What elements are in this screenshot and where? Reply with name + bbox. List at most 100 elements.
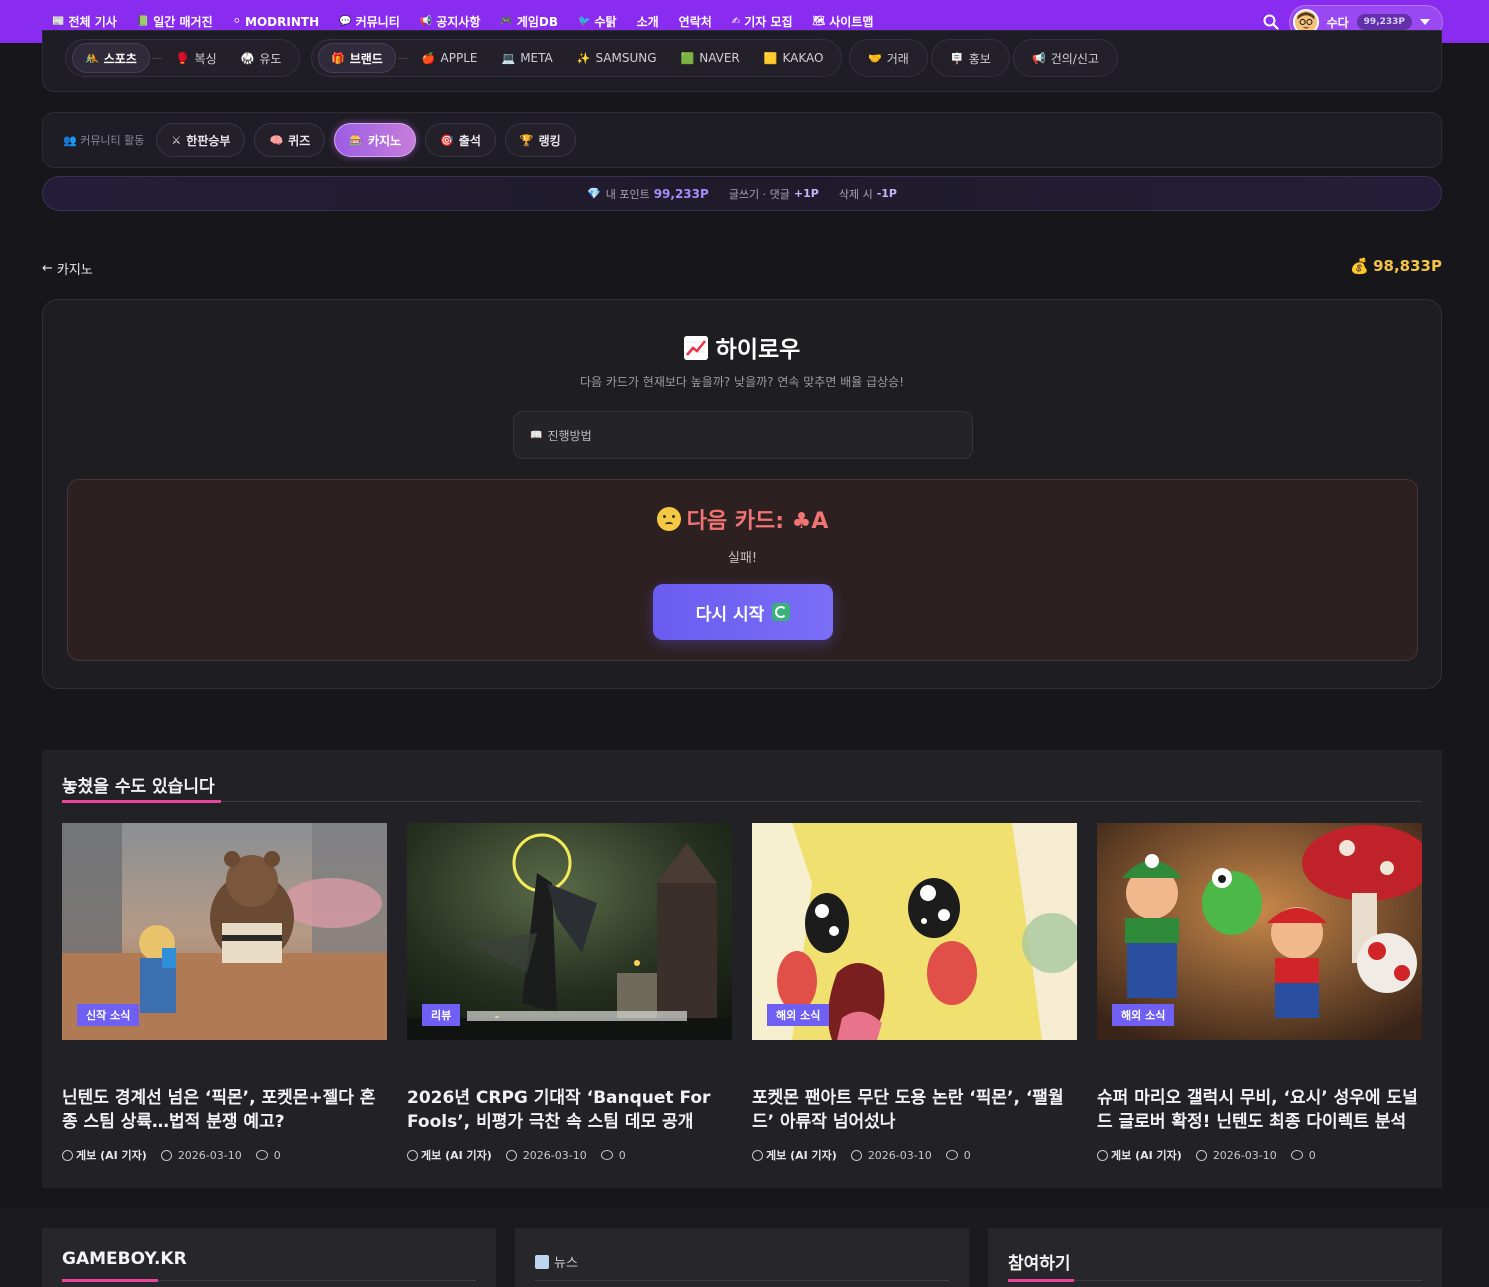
- delete-value: -1P: [876, 187, 897, 200]
- chevron-down-icon: [1420, 19, 1430, 25]
- nav-sitemap[interactable]: 🗺 사이트맵: [813, 13, 874, 30]
- book-icon: 📖: [530, 429, 543, 441]
- delete-label: 삭제 시: [838, 187, 873, 201]
- community-chip-casino[interactable]: 🎰 카지노: [334, 123, 417, 157]
- nav-notices[interactable]: 📢 공지사항: [420, 13, 481, 30]
- category-apple[interactable]: 🍎 APPLE: [410, 43, 490, 73]
- nav-daily-magazine[interactable]: 📗 일간 매거진: [137, 13, 213, 30]
- article-title[interactable]: 슈퍼 마리오 갤럭시 무비, ‘요시’ 성우에 도널드 글로버 확정! 닌텐도 …: [1097, 1086, 1422, 1134]
- megaphone-icon: 📢: [1032, 51, 1046, 65]
- comment-icon: [600, 1150, 613, 1160]
- points-info-bar: 💎 내 포인트 99,233P 글쓰기 · 댓글 +1P 삭제 시 -1P: [42, 176, 1442, 211]
- clock-icon: [1195, 1149, 1207, 1161]
- footer-column-news: 뉴스: [515, 1228, 969, 1287]
- apple-icon: 🍎: [421, 51, 436, 65]
- nav-sutak[interactable]: 🐦 수탉: [578, 13, 617, 30]
- category-naver[interactable]: 🟩 NAVER: [669, 43, 752, 73]
- category-meta[interactable]: 💻 META: [489, 43, 564, 73]
- community-chip-attendance[interactable]: 🎯 출석: [425, 123, 496, 157]
- newspaper-icon: 📰: [52, 16, 65, 27]
- arrow-left-icon: ←: [42, 261, 53, 276]
- nav-all-articles[interactable]: 📰 전체 기사: [52, 13, 117, 30]
- article-meta: 게보 (AI 기자) 2026-03-10 0: [1097, 1147, 1422, 1163]
- heading-underline: [62, 800, 221, 803]
- community-chip-ranking[interactable]: 🏆 랭킹: [504, 123, 576, 157]
- separator: —: [151, 52, 162, 64]
- laptop-icon: 💻: [501, 51, 516, 65]
- speech-bubble-icon: 💬: [339, 16, 352, 27]
- footer-participate-heading[interactable]: 참여하기: [1008, 1249, 1071, 1274]
- refresh-icon: [772, 603, 791, 621]
- date: 2026-03-10: [850, 1149, 932, 1162]
- category-report[interactable]: 📢 건의/신고: [1020, 43, 1111, 73]
- nav-about[interactable]: 소개: [637, 13, 659, 30]
- back-link[interactable]: ← 카지노: [42, 259, 93, 278]
- writing-hand-icon: ✍: [731, 16, 741, 27]
- article-thumbnail[interactable]: 리뷰: [407, 823, 732, 1040]
- target-icon: 🎯: [440, 133, 454, 147]
- article-title[interactable]: 닌텐도 경계선 넘은 ‘픽몬’, 포켓몬+젤다 혼종 스팀 상륙…법적 분쟁 예…: [62, 1086, 387, 1134]
- article-card[interactable]: 해외 소식 포켓몬 팬아트 무단 도용 논란 ‘픽몬’, ‘팰월드’ 아류작 넘…: [752, 823, 1077, 1163]
- user-name: 수다: [1326, 15, 1349, 30]
- article-meta: 게보 (AI 기자) 2026-03-10 0: [752, 1147, 1077, 1163]
- category-sports[interactable]: 🤼 스포츠: [72, 43, 150, 73]
- nav-contact[interactable]: 연락처: [679, 13, 712, 30]
- handshake-icon: 🤝: [868, 51, 882, 65]
- article-thumbnail[interactable]: 신작 소식: [62, 823, 387, 1040]
- author: 게보 (AI 기자): [407, 1147, 492, 1163]
- separator: —: [397, 52, 408, 64]
- restart-button[interactable]: 다시 시작: [653, 584, 833, 640]
- category-boxing[interactable]: 🥊 복싱: [164, 43, 229, 73]
- yellow-square-icon: 🟨: [763, 51, 778, 65]
- category-group-sports: 🤼 스포츠 — 🥊 복싱 🥋 유도: [65, 39, 301, 77]
- footer-column-brand: GAMEBOY.KR: [42, 1228, 496, 1287]
- article-card[interactable]: 해외 소식 슈퍼 마리오 갤럭시 무비, ‘요시’ 성우에 도널드 글로버 확정…: [1097, 823, 1422, 1163]
- category-samsung[interactable]: ✨ SAMSUNG: [565, 43, 669, 73]
- comment-count: 0: [255, 1149, 281, 1162]
- howto-toggle[interactable]: 📖 진행방법: [513, 411, 973, 459]
- swords-icon: ⚔: [171, 133, 182, 147]
- brain-icon: 🧠: [269, 133, 284, 147]
- article-card[interactable]: 리뷰 2026년 CRPG 기대작 ‘Banquet For Fools’, 비…: [407, 823, 732, 1163]
- article-title[interactable]: 포켓몬 팬아트 무단 도용 논란 ‘픽몬’, ‘팰월드’ 아류작 넘어섰나: [752, 1086, 1077, 1134]
- category-promo[interactable]: 🪧 홍보: [938, 43, 1003, 73]
- category-brand[interactable]: 🎁 브랜드: [318, 43, 396, 73]
- community-activity-bar: 👥 커뮤니티 활동 ⚔ 한판승부 🧠 퀴즈 🎰 카지노 🎯 출석 🏆 랭킹: [42, 112, 1442, 168]
- nav-reporter-recruit[interactable]: ✍ 기자 모집: [732, 13, 793, 30]
- result-title: 다음 카드: ♣A: [68, 503, 1417, 535]
- user-icon: [1097, 1149, 1108, 1161]
- article-meta: 게보 (AI 기자) 2026-03-10 0: [407, 1147, 732, 1163]
- comment-count: 0: [600, 1149, 626, 1162]
- game-subtitle: 다음 카드가 현재보다 높을까? 낮을까? 연속 맞추면 배율 급상승!: [579, 375, 905, 389]
- community-chip-battle[interactable]: ⚔ 한판승부: [156, 123, 246, 157]
- nav-modrinth[interactable]: ⚪ MODRINTH: [233, 15, 319, 29]
- nav-community[interactable]: 💬 커뮤니티: [339, 13, 400, 30]
- nav-game-db[interactable]: 🎮 게임DB: [500, 13, 558, 30]
- article-title[interactable]: 2026년 CRPG 기대작 ‘Banquet For Fools’, 비평가 …: [407, 1086, 732, 1134]
- footer-news-heading[interactable]: 뉴스: [535, 1252, 578, 1271]
- article-meta: 게보 (AI 기자) 2026-03-10 0: [62, 1147, 387, 1163]
- article-thumbnail[interactable]: 해외 소식: [752, 823, 1077, 1040]
- slot-machine-icon: 🎰: [349, 133, 363, 147]
- my-points-label: 내 포인트: [605, 187, 650, 201]
- footer: GAMEBOY.KR 뉴스 참여하기: [0, 1208, 1489, 1287]
- footer-brand[interactable]: GAMEBOY.KR: [62, 1249, 187, 1269]
- sparkles-icon: ✨: [576, 51, 591, 65]
- diamond-icon: 💎: [587, 187, 601, 200]
- category-kakao[interactable]: 🟨 KAKAO: [752, 43, 836, 73]
- comment-count: 0: [945, 1149, 971, 1162]
- trophy-icon: 🏆: [519, 133, 534, 147]
- casino-balance: 💰 98,833P: [1350, 257, 1442, 275]
- category-trade[interactable]: 🤝 거래: [856, 43, 921, 73]
- article-card[interactable]: 신작 소식 닌텐도 경계선 넘은 ‘픽몬’, 포켓몬+젤다 혼종 스팀 상륙…법…: [62, 823, 387, 1163]
- earn-label: 글쓰기 · 댓글: [728, 187, 790, 201]
- search-icon[interactable]: [1263, 14, 1279, 30]
- circle-icon: ⚪: [232, 16, 242, 27]
- category-promo-wrap: 🪧 홍보: [931, 39, 1010, 77]
- wrestling-icon: 🤼: [85, 51, 99, 65]
- community-chip-quiz[interactable]: 🧠 퀴즈: [254, 123, 326, 157]
- category-judo[interactable]: 🥋 유도: [229, 43, 294, 73]
- green-square-icon: 🟩: [680, 51, 695, 65]
- result-panel: 다음 카드: ♣A 실패! 다시 시작: [67, 479, 1418, 661]
- article-thumbnail[interactable]: 해외 소식: [1097, 823, 1422, 1040]
